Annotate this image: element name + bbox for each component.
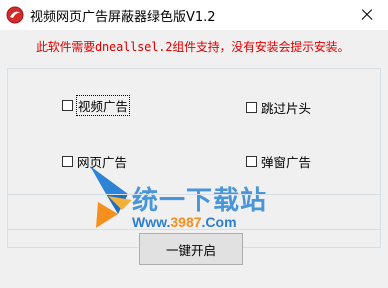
checkbox-box[interactable] — [62, 156, 73, 167]
start-button[interactable]: 一键开启 — [139, 233, 243, 265]
app-icon — [6, 6, 24, 24]
checkbox-label: 跳过片头 — [261, 101, 312, 116]
window-title: 视频网页广告屏蔽器绿色版V1.2 — [30, 10, 216, 25]
checkbox-box[interactable] — [246, 102, 257, 113]
checkbox-video-ads[interactable]: 视频广告 — [62, 95, 131, 116]
checkbox-label: 视频广告 — [75, 95, 131, 116]
title-bar[interactable]: 视频网页广告屏蔽器绿色版V1.2 — [0, 0, 388, 30]
requirement-notice: 此软件需要dneallsel.2组件支持，没有安装会提示安装。 — [36, 40, 350, 54]
close-icon[interactable] — [344, 0, 388, 30]
main-panel: 此软件需要dneallsel.2组件支持，没有安装会提示安装。 视频广告 跳过片… — [0, 30, 388, 288]
checkbox-skip-intro[interactable]: 跳过片头 — [246, 98, 311, 117]
checkbox-box[interactable] — [62, 100, 73, 111]
app-window: 视频网页广告屏蔽器绿色版V1.2 此软件需要dneallsel.2组件支持，没有… — [0, 0, 388, 288]
